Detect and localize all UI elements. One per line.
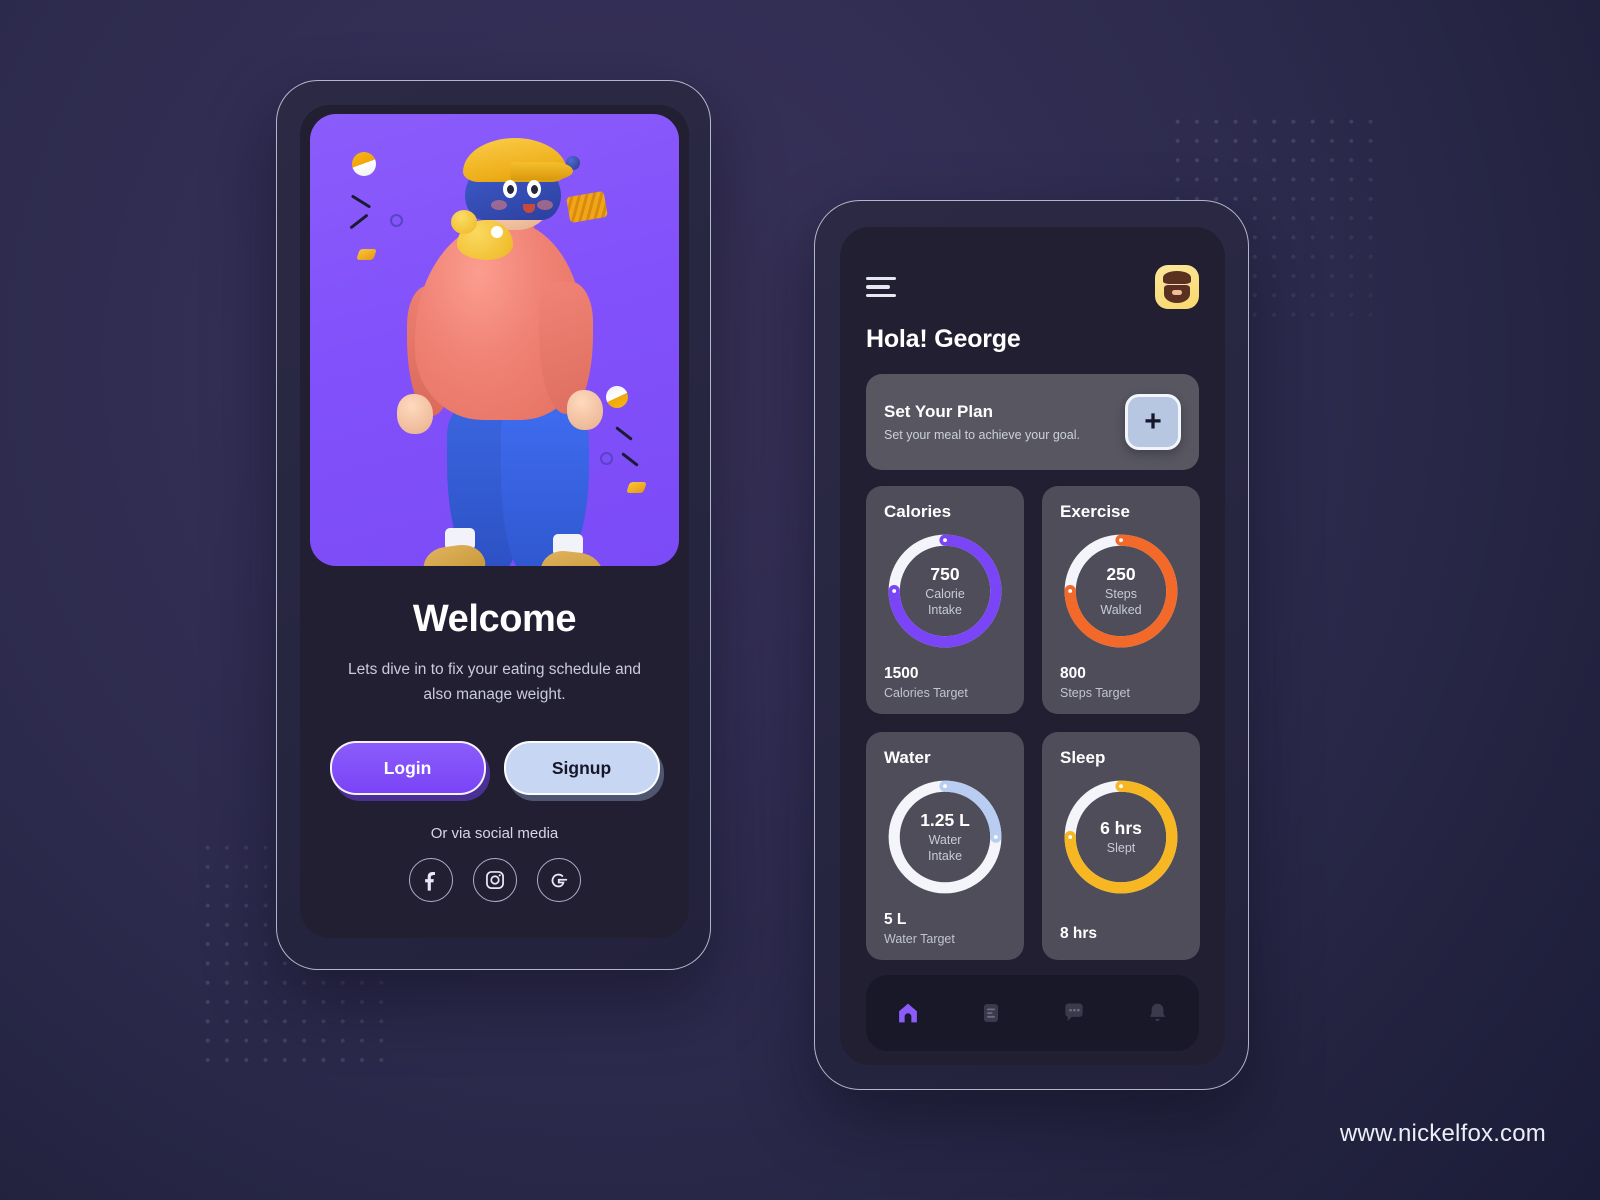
site-url: www.nickelfox.com <box>1339 1120 1546 1147</box>
add-plan-button[interactable]: + <box>1125 394 1181 450</box>
progress-ring-label-line2: Walked <box>1100 602 1142 617</box>
chat-icon <box>1065 1003 1083 1022</box>
progress-ring-value-text: 1.25 L <box>920 810 970 831</box>
social-login-label: Or via social media <box>430 825 559 843</box>
signup-button[interactable]: Signup <box>503 741 660 796</box>
progress-ring-center: 750 Calorie Intake <box>884 530 1006 652</box>
stat-target-label: Calories Target <box>884 686 968 700</box>
stat-card-footer: 1500 Calories Target <box>884 665 1006 714</box>
stat-target-value: 1500 <box>884 665 919 682</box>
character-hand-left <box>396 394 433 434</box>
character-hand-right <box>566 390 603 430</box>
set-plan-text: Set Your Plan Set your meal to achieve y… <box>884 402 1080 442</box>
stat-card-title: Calories <box>884 502 952 521</box>
progress-ring: 1.25 L Water Intake <box>884 776 1006 898</box>
progress-ring-center: 6 hrs Slept <box>1060 776 1182 898</box>
avatar[interactable] <box>1155 265 1199 309</box>
progress-ring-value-text: 250 <box>1106 564 1136 585</box>
progress-ring-label: Water Intake <box>928 833 962 864</box>
nav-item-notifications[interactable] <box>1137 993 1177 1033</box>
nav-item-home[interactable] <box>888 993 928 1033</box>
progress-ring: 750 Calorie Intake <box>884 530 1006 652</box>
facebook-login-button[interactable] <box>408 858 453 903</box>
nav-item-chat[interactable] <box>1054 993 1094 1033</box>
character-cheek-left <box>490 200 507 210</box>
progress-ring-label-line2: Intake <box>927 602 963 617</box>
avatar-hair <box>1163 271 1191 284</box>
social-login-row <box>334 858 655 903</box>
stat-target-label: Steps Target <box>1060 686 1130 700</box>
character-cap-brim <box>510 162 573 180</box>
stat-card-footer: 8 hrs <box>1060 925 1182 960</box>
progress-ring-label-line2: Intake <box>927 848 963 863</box>
progress-ring-center: 250 Steps Walked <box>1060 530 1182 652</box>
instagram-icon <box>485 871 504 890</box>
hamburger-line <box>866 285 890 289</box>
hamburger-line <box>866 293 896 298</box>
hero-illustration <box>310 114 679 566</box>
phone-mockup-dashboard: Hola! George Set Your Plan Set your meal… <box>814 200 1249 1090</box>
progress-ring-label-line1: Calorie <box>925 587 965 602</box>
progress-ring-value-text: 6 hrs <box>1100 817 1142 838</box>
character-pupil-right <box>530 185 538 194</box>
page-title: Welcome <box>412 598 577 640</box>
set-plan-card[interactable]: Set Your Plan Set your meal to achieve y… <box>866 374 1199 470</box>
walking-character <box>351 136 651 566</box>
greeting-title: Hola! George <box>866 325 1021 353</box>
set-plan-subtitle: Set your meal to achieve your goal. <box>884 428 1080 442</box>
document-icon <box>983 1004 998 1022</box>
hamburger-menu-icon[interactable] <box>866 276 896 298</box>
auth-button-row: Login Signup <box>329 741 660 796</box>
onboarding-screen: Welcome Lets dive in to fix your eating … <box>300 105 689 938</box>
shoulder-bird-head <box>450 210 477 234</box>
avatar-mouth <box>1172 290 1182 295</box>
progress-ring-label-line1: Water <box>928 833 962 848</box>
progress-ring-center: 1.25 L Water Intake <box>884 776 1006 898</box>
progress-ring-label-line1: Slept <box>1106 840 1136 855</box>
progress-ring: 250 Steps Walked <box>1060 530 1182 652</box>
set-plan-title: Set Your Plan <box>884 402 993 421</box>
hamburger-line <box>866 276 896 281</box>
progress-ring-label: Calorie Intake <box>925 587 965 618</box>
stat-card-footer: 5 L Water Target <box>884 911 1006 960</box>
stat-card-footer: 800 Steps Target <box>1060 665 1182 714</box>
progress-ring-label: Slept <box>1107 841 1136 856</box>
stat-card[interactable]: Calories 750 Calorie Intake 1500 Calorie… <box>866 486 1024 714</box>
progress-ring-label: Steps Walked <box>1100 587 1141 618</box>
stat-card-title: Sleep <box>1060 748 1106 767</box>
stat-card[interactable]: Exercise 250 Steps Walked 800 Steps Targ… <box>1042 486 1200 714</box>
stat-target-value: 800 <box>1060 665 1086 682</box>
home-icon <box>898 1003 917 1023</box>
instagram-login-button[interactable] <box>472 858 517 903</box>
stat-card-title: Exercise <box>1060 502 1130 521</box>
facebook-icon <box>424 872 435 891</box>
stat-target-value: 5 L <box>884 911 907 928</box>
google-login-button[interactable] <box>536 858 581 903</box>
character-cheek-right <box>536 200 553 210</box>
shoulder-bird-eye <box>490 226 503 238</box>
google-icon <box>551 873 568 888</box>
stat-card-grid: Calories 750 Calorie Intake 1500 Calorie… <box>866 486 1200 960</box>
progress-ring-value-text: 750 <box>930 564 960 585</box>
character-pupil-left <box>506 185 514 194</box>
stat-card[interactable]: Water 1.25 L Water Intake 5 L Water Targ… <box>866 732 1024 960</box>
progress-ring: 6 hrs Slept <box>1060 776 1182 898</box>
bell-icon <box>1149 1003 1165 1021</box>
phone-mockup-onboarding: Welcome Lets dive in to fix your eating … <box>276 80 711 970</box>
nav-item-documents[interactable] <box>971 993 1011 1033</box>
progress-ring-label-line1: Steps <box>1105 587 1137 602</box>
stat-target-label: Water Target <box>884 932 955 946</box>
dashboard-screen: Hola! George Set Your Plan Set your meal… <box>840 227 1225 1065</box>
stat-card[interactable]: Sleep 6 hrs Slept 8 hrs <box>1042 732 1200 960</box>
stat-target-value: 8 hrs <box>1060 925 1098 942</box>
login-button[interactable]: Login <box>329 741 486 796</box>
app-topbar <box>866 263 1199 311</box>
bottom-navigation <box>866 975 1199 1051</box>
page-subtitle: Lets dive in to fix your eating schedule… <box>348 661 641 704</box>
stat-card-title: Water <box>884 748 931 767</box>
